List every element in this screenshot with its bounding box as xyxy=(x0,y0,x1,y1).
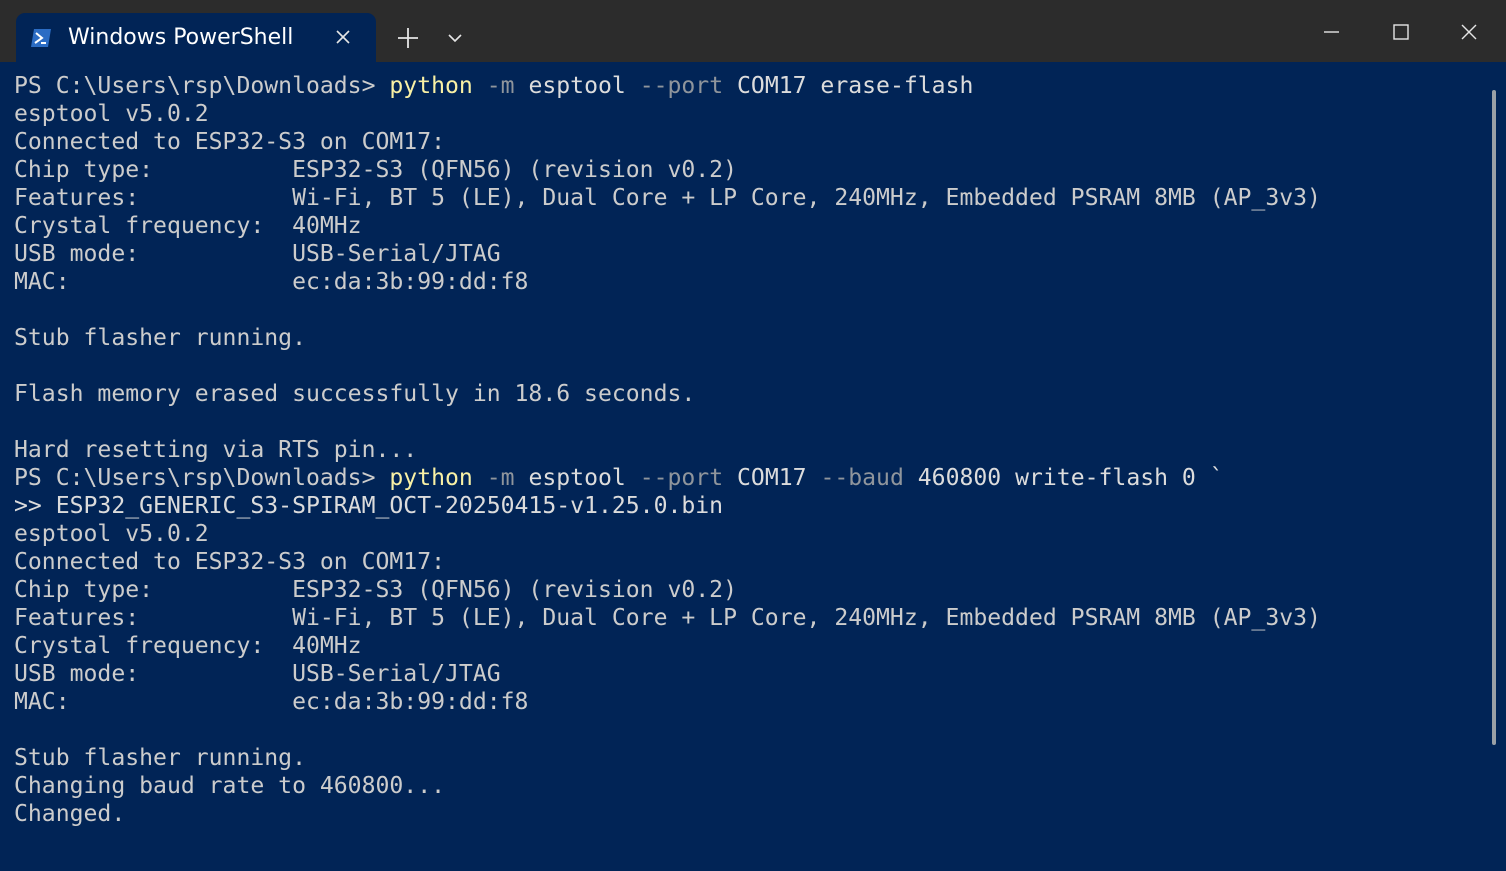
terminal-line: Flash memory erased successfully in 18.6… xyxy=(14,380,1484,408)
terminal-segment: --port xyxy=(639,73,724,99)
maximize-button[interactable] xyxy=(1377,12,1423,52)
terminal-line: Connected to ESP32-S3 on COM17: xyxy=(14,548,1484,576)
new-tab-button[interactable] xyxy=(390,20,426,56)
tab-dropdown-button[interactable] xyxy=(438,20,472,56)
terminal-segment: python xyxy=(389,73,473,99)
title-bar[interactable]: Windows PowerShell xyxy=(0,0,1506,62)
terminal-line: Changing baud rate to 460800... xyxy=(14,772,1484,800)
close-window-button[interactable] xyxy=(1446,12,1492,52)
terminal-segment: COM17 erase-flash xyxy=(723,73,974,99)
terminal-segment: -m xyxy=(486,465,515,491)
terminal-segment: Features: Wi-Fi, BT 5 (LE), Dual Core + … xyxy=(14,185,1321,211)
terminal-line: MAC: ec:da:3b:99:dd:f8 xyxy=(14,688,1484,716)
terminal-segment: 460800 write-flash 0 ` xyxy=(903,465,1224,491)
terminal-segment: Connected to ESP32-S3 on COM17: xyxy=(14,549,446,575)
terminal-line: Connected to ESP32-S3 on COM17: xyxy=(14,128,1484,156)
terminal-line: USB mode: USB-Serial/JTAG xyxy=(14,240,1484,268)
terminal-line: Features: Wi-Fi, BT 5 (LE), Dual Core + … xyxy=(14,604,1484,632)
terminal-segment: COM17 xyxy=(723,465,821,491)
terminal-line: esptool v5.0.2 xyxy=(14,100,1484,128)
terminal-line: MAC: ec:da:3b:99:dd:f8 xyxy=(14,268,1484,296)
terminal-segment: Changed. xyxy=(14,801,126,827)
tab-windows-powershell[interactable]: Windows PowerShell xyxy=(16,13,376,62)
terminal-segment: Hard resetting via RTS pin... xyxy=(14,437,418,463)
terminal-segment: MAC: ec:da:3b:99:dd:f8 xyxy=(14,689,529,715)
terminal-segment: esptool xyxy=(514,465,640,491)
close-icon xyxy=(1461,24,1477,40)
minimize-button[interactable] xyxy=(1308,12,1354,52)
terminal-line: Chip type: ESP32-S3 (QFN56) (revision v0… xyxy=(14,156,1484,184)
terminal-segment: MAC: ec:da:3b:99:dd:f8 xyxy=(14,269,529,295)
terminal-output[interactable]: PS C:\Users\rsp\Downloads> python -m esp… xyxy=(14,72,1484,862)
terminal-segment xyxy=(473,465,487,491)
terminal-segment: >> ESP32_GENERIC_S3-SPIRAM_OCT-20250415-… xyxy=(14,493,724,519)
terminal-line: Stub flasher running. xyxy=(14,744,1484,772)
terminal-line: Hard resetting via RTS pin... xyxy=(14,436,1484,464)
terminal-segment: Features: Wi-Fi, BT 5 (LE), Dual Core + … xyxy=(14,605,1321,631)
terminal-segment: Crystal frequency: 40MHz xyxy=(14,633,362,659)
vertical-scrollbar[interactable] xyxy=(1492,90,1496,745)
terminal-segment: Changing baud rate to 460800... xyxy=(14,773,446,799)
terminal-segment: Connected to ESP32-S3 on COM17: xyxy=(14,129,446,155)
plus-icon xyxy=(398,28,418,48)
tab-title: Windows PowerShell xyxy=(68,25,294,50)
maximize-icon xyxy=(1393,24,1409,40)
terminal-segment: Stub flasher running. xyxy=(14,325,306,351)
terminal-line: Features: Wi-Fi, BT 5 (LE), Dual Core + … xyxy=(14,184,1484,212)
close-icon[interactable] xyxy=(332,26,354,48)
terminal-line: esptool v5.0.2 xyxy=(14,520,1484,548)
terminal-segment: python xyxy=(389,465,473,491)
terminal-segment: --baud xyxy=(820,465,904,491)
terminal-line: PS C:\Users\rsp\Downloads> python -m esp… xyxy=(14,72,1484,100)
terminal-segment: esptool v5.0.2 xyxy=(14,101,209,127)
terminal-segment xyxy=(473,73,487,99)
terminal-line: Changed. xyxy=(14,800,1484,828)
terminal-line: PS C:\Users\rsp\Downloads> python -m esp… xyxy=(14,464,1484,492)
terminal-segment: -m xyxy=(486,73,515,99)
terminal-segment: PS C:\Users\rsp\Downloads> xyxy=(14,73,390,99)
terminal-segment: Stub flasher running. xyxy=(14,745,306,771)
terminal-line: Crystal frequency: 40MHz xyxy=(14,212,1484,240)
powershell-window: Windows PowerShell PS C:\Users\rsp\Downl… xyxy=(0,0,1506,871)
chevron-down-icon xyxy=(448,34,462,43)
terminal-line: Chip type: ESP32-S3 (QFN56) (revision v0… xyxy=(14,576,1484,604)
terminal-segment: USB mode: USB-Serial/JTAG xyxy=(14,661,501,687)
minimize-icon xyxy=(1324,31,1339,33)
terminal-line: >> ESP32_GENERIC_S3-SPIRAM_OCT-20250415-… xyxy=(14,492,1484,520)
terminal-segment: Crystal frequency: 40MHz xyxy=(14,213,362,239)
terminal-segment: PS C:\Users\rsp\Downloads> xyxy=(14,465,390,491)
terminal-line: Stub flasher running. xyxy=(14,324,1484,352)
terminal-line: Crystal frequency: 40MHz xyxy=(14,632,1484,660)
terminal-segment: --port xyxy=(639,465,724,491)
terminal-segment: Flash memory erased successfully in 18.6… xyxy=(14,381,696,407)
terminal-segment: Chip type: ESP32-S3 (QFN56) (revision v0… xyxy=(14,577,737,603)
terminal-segment: esptool v5.0.2 xyxy=(14,521,209,547)
terminal-segment: USB mode: USB-Serial/JTAG xyxy=(14,241,501,267)
terminal-segment: esptool xyxy=(514,73,640,99)
terminal-segment: Chip type: ESP32-S3 (QFN56) (revision v0… xyxy=(14,157,737,183)
terminal-line: USB mode: USB-Serial/JTAG xyxy=(14,660,1484,688)
powershell-icon xyxy=(30,28,52,48)
